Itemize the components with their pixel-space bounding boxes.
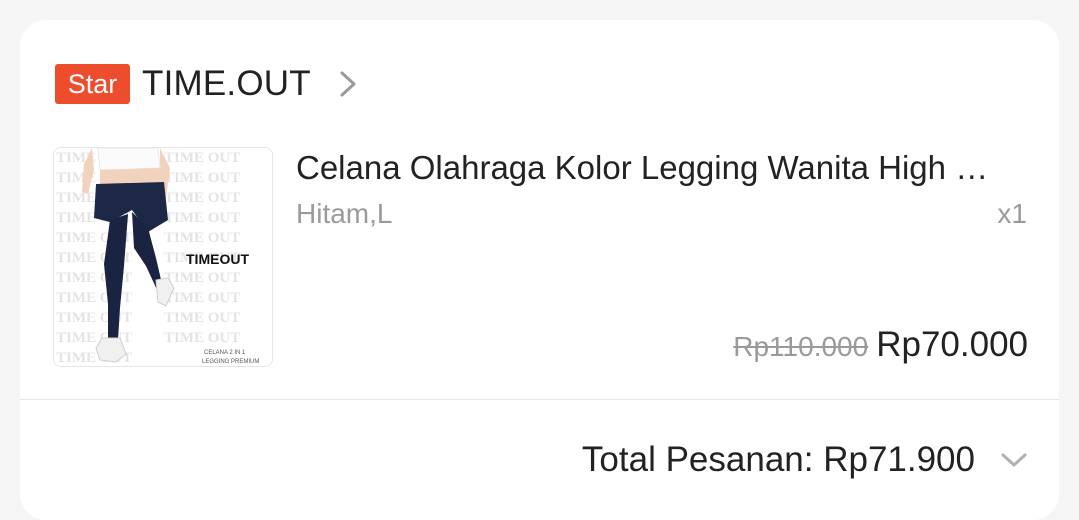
image-brand: TIMEOUT [186,251,249,267]
original-price: Rp110.000 [733,331,869,362]
shop-name[interactable]: TIME.OUT [142,64,311,104]
svg-text:TIME OUT: TIME OUT [56,310,132,326]
product-image[interactable]: TIME OUT TIME OUT TIME OUT TIME OUT TIME… [53,147,273,367]
chevron-down-icon[interactable] [999,450,1029,470]
product-variant: Hitam,L [296,198,393,229]
svg-text:TIME OUT: TIME OUT [164,270,240,286]
svg-text:TIME OUT: TIME OUT [164,330,240,346]
star-badge: Star [55,64,130,104]
order-total: Total Pesanan: Rp71.900 [581,440,975,479]
image-caption-2: LEGGING PREMIUM [202,359,259,365]
svg-text:TIME OUT: TIME OUT [164,310,240,326]
product-title[interactable]: Celana Olahraga Kolor Legging Wanita Hig… [296,146,1018,190]
svg-text:TIME OUT: TIME OUT [164,150,240,166]
order-total-row[interactable]: Total Pesanan: Rp71.900 [582,440,1029,480]
chevron-right-icon[interactable] [337,69,359,99]
svg-text:TIME OUT: TIME OUT [164,210,240,226]
image-caption-1: CELANA 2 IN 1 [204,350,246,356]
price-group: Rp110.000 Rp70.000 [733,325,1028,365]
svg-text:TIME OUT: TIME OUT [164,230,240,246]
svg-text:TIME OUT: TIME OUT [164,170,240,186]
svg-text:TIME OUT: TIME OUT [164,290,240,306]
svg-text:TIME OUT: TIME OUT [164,190,240,206]
order-card[interactable]: Star TIME.OUT TIME OUT TIME OUT TIME OUT… [20,20,1059,520]
sale-price: Rp70.000 [876,325,1028,364]
divider [20,399,1059,400]
product-quantity: x1 [997,198,1027,229]
shop-header[interactable]: Star TIME.OUT [55,64,359,104]
